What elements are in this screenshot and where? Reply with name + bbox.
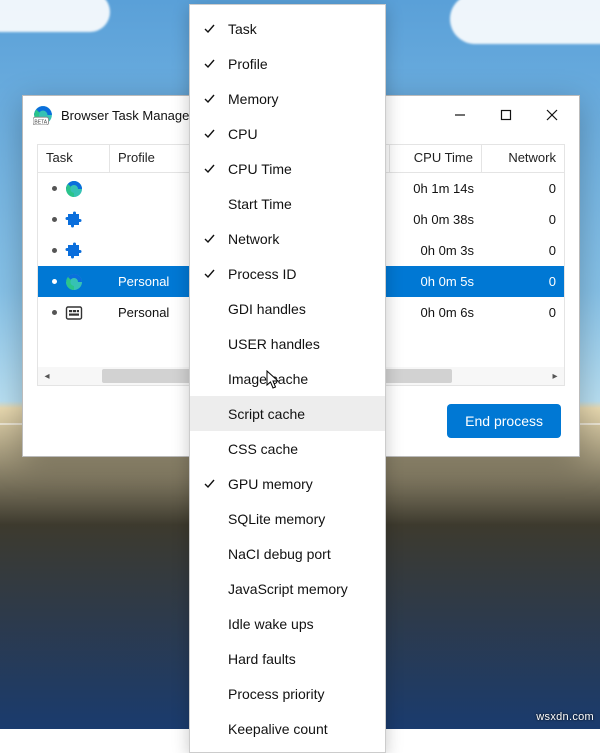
menu-item-label: USER handles: [228, 336, 320, 352]
cell-profile: Personal: [110, 274, 194, 289]
puzzle-icon: [65, 211, 83, 229]
menu-item-process-priority[interactable]: Process priority: [190, 676, 385, 711]
cloud-decoration: [450, 0, 600, 44]
cell-network: 0: [482, 305, 564, 320]
check-icon: [190, 163, 228, 174]
check-icon: [190, 478, 228, 489]
menu-item-label: Process priority: [228, 686, 324, 702]
cell-cputime: 0h 0m 3s: [390, 243, 482, 258]
menu-item-label: Profile: [228, 56, 268, 72]
cell-network: 0: [482, 212, 564, 227]
column-header-task[interactable]: Task: [38, 145, 110, 172]
menu-item-hard-faults[interactable]: Hard faults: [190, 641, 385, 676]
menu-item-idle-wake-ups[interactable]: Idle wake ups: [190, 606, 385, 641]
expand-bullet-icon[interactable]: [52, 186, 57, 191]
menu-item-gpu-memory[interactable]: GPU memory: [190, 466, 385, 501]
menu-item-label: GDI handles: [228, 301, 306, 317]
check-icon: [190, 58, 228, 69]
menu-item-naci-debug-port[interactable]: NaCI debug port: [190, 536, 385, 571]
scroll-left-icon[interactable]: ◂: [38, 371, 56, 382]
cell-profile: Personal: [110, 305, 194, 320]
menu-item-javascript-memory[interactable]: JavaScript memory: [190, 571, 385, 606]
menu-item-script-cache[interactable]: Script cache: [190, 396, 385, 431]
menu-item-label: Hard faults: [228, 651, 296, 667]
menu-item-label: Process ID: [228, 266, 296, 282]
menu-item-cpu[interactable]: CPU: [190, 116, 385, 151]
edge-beta-icon: [33, 105, 53, 125]
end-process-button[interactable]: End process: [447, 404, 561, 438]
menu-item-gdi-handles[interactable]: GDI handles: [190, 291, 385, 326]
menu-item-cpu-time[interactable]: CPU Time: [190, 151, 385, 186]
menu-item-profile[interactable]: Profile: [190, 46, 385, 81]
menu-item-sqlite-memory[interactable]: SQLite memory: [190, 501, 385, 536]
edge-icon: [65, 180, 83, 198]
column-header-cputime[interactable]: CPU Time: [390, 145, 482, 172]
menu-item-user-handles[interactable]: USER handles: [190, 326, 385, 361]
cell-network: 0: [482, 274, 564, 289]
column-header-network[interactable]: Network: [482, 145, 564, 172]
minimize-button[interactable]: [437, 99, 483, 131]
expand-bullet-icon[interactable]: [52, 279, 57, 284]
check-icon: [190, 128, 228, 139]
check-icon: [190, 23, 228, 34]
menu-item-label: CPU: [228, 126, 258, 142]
menu-item-label: Idle wake ups: [228, 616, 314, 632]
menu-item-memory[interactable]: Memory: [190, 81, 385, 116]
cell-network: 0: [482, 181, 564, 196]
maximize-button[interactable]: [483, 99, 529, 131]
menu-item-label: Image cache: [228, 371, 308, 387]
check-icon: [190, 93, 228, 104]
menu-item-label: NaCI debug port: [228, 546, 331, 562]
close-button[interactable]: [529, 99, 575, 131]
expand-bullet-icon[interactable]: [52, 248, 57, 253]
menu-item-label: Memory: [228, 91, 279, 107]
menu-item-image-cache[interactable]: Image cache: [190, 361, 385, 396]
watermark: wsxdn.com: [536, 711, 594, 723]
menu-item-label: Network: [228, 231, 279, 247]
menu-item-label: SQLite memory: [228, 511, 325, 527]
cell-cputime: 0h 0m 6s: [390, 305, 482, 320]
expand-bullet-icon[interactable]: [52, 217, 57, 222]
menu-item-task[interactable]: Task: [190, 11, 385, 46]
menu-item-label: CPU Time: [228, 161, 292, 177]
cell-network: 0: [482, 243, 564, 258]
columns-context-menu: Task Profile Memory CPU CPU Time Start Time Ne…: [189, 4, 386, 753]
menu-item-start-time[interactable]: Start Time: [190, 186, 385, 221]
native-icon: [65, 304, 83, 322]
menu-item-css-cache[interactable]: CSS cache: [190, 431, 385, 466]
check-icon: [190, 268, 228, 279]
check-icon: [190, 233, 228, 244]
menu-item-label: JavaScript memory: [228, 581, 348, 597]
cell-cputime: 0h 0m 5s: [390, 274, 482, 289]
menu-item-label: GPU memory: [228, 476, 313, 492]
column-header-profile[interactable]: Profile: [110, 145, 194, 172]
cell-cputime: 0h 0m 38s: [390, 212, 482, 227]
menu-item-label: Start Time: [228, 196, 292, 212]
window-title: Browser Task Manager: [61, 108, 194, 123]
menu-item-label: Script cache: [228, 406, 305, 422]
scroll-right-icon[interactable]: ▸: [546, 371, 564, 382]
menu-item-process-id[interactable]: Process ID: [190, 256, 385, 291]
menu-item-label: CSS cache: [228, 441, 298, 457]
menu-item-label: Task: [228, 21, 257, 37]
puzzle-icon: [65, 242, 83, 260]
cell-cputime: 0h 1m 14s: [390, 181, 482, 196]
cloud-decoration: [0, 0, 110, 32]
edge-icon: [65, 273, 83, 291]
menu-item-network[interactable]: Network: [190, 221, 385, 256]
expand-bullet-icon[interactable]: [52, 310, 57, 315]
